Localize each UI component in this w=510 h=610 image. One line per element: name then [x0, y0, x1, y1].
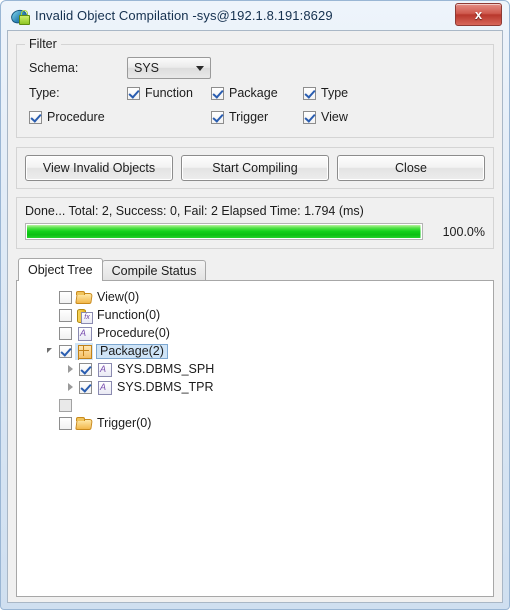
checkbox-box	[29, 110, 42, 124]
tree-row-checkbox[interactable]	[79, 380, 92, 394]
checkbox-box	[211, 110, 224, 124]
tree-row-checkbox[interactable]	[59, 398, 72, 412]
checkbox-view[interactable]: View	[303, 110, 348, 124]
object-tree-panel[interactable]: View(0) fx Function(0) Procedure(0) Package(…	[16, 280, 494, 597]
tab-compile-status[interactable]: Compile Status	[101, 260, 207, 281]
client-area: Filter Schema: SYS Type: Function Packag…	[7, 30, 503, 603]
folder-icon	[76, 416, 92, 431]
checkbox-label: View	[321, 110, 348, 124]
tree-row-checkbox[interactable]	[79, 362, 92, 376]
procedure-icon	[96, 380, 112, 395]
type-row-2: Procedure Trigger View	[29, 105, 483, 129]
folder-icon	[76, 290, 92, 305]
type-row-1: Type: Function Package Type	[29, 81, 483, 105]
checkbox-box	[303, 86, 316, 100]
tree-row[interactable]: fx Function(0)	[17, 306, 493, 324]
tree-row-label: Procedure(0)	[97, 326, 170, 340]
close-icon: x	[474, 7, 483, 22]
tree-row[interactable]: SYS.DBMS_SPH	[17, 360, 493, 378]
tree-row-label: Package(2)	[96, 343, 168, 359]
schema-select[interactable]: SYS	[127, 57, 211, 79]
checkbox-type[interactable]: Type	[303, 86, 348, 100]
progress-row: 100.0%	[25, 223, 485, 240]
checkbox-label: Trigger	[229, 110, 269, 124]
tree-row[interactable]: View(0)	[17, 288, 493, 306]
checkbox-label: Package	[229, 86, 278, 100]
status-text: Done... Total: 2, Success: 0, Fail: 2 El…	[25, 204, 364, 218]
expander-toggle-icon[interactable]	[45, 345, 57, 357]
expander-placeholder	[45, 291, 57, 303]
checkbox-box	[211, 86, 224, 100]
checkbox-trigger[interactable]: Trigger	[211, 110, 303, 124]
close-button[interactable]: Close	[337, 155, 485, 181]
tree-row-checkbox[interactable]	[59, 416, 72, 430]
filter-groupbox: Filter Schema: SYS Type: Function Packag…	[16, 37, 494, 138]
tree-row-label: View(0)	[97, 290, 140, 304]
database-lock-icon	[9, 7, 30, 25]
schema-selected-value: SYS	[134, 61, 160, 75]
procedure-icon	[96, 362, 112, 377]
filter-legend: Filter	[25, 37, 61, 51]
expander-toggle-icon[interactable]	[65, 381, 77, 393]
checkbox-procedure[interactable]: Procedure	[29, 110, 127, 124]
start-compiling-button[interactable]: Start Compiling	[181, 155, 329, 181]
type-label: Type:	[29, 86, 60, 100]
progress-panel: Done... Total: 2, Success: 0, Fail: 2 El…	[16, 197, 494, 249]
tree-row-label: Trigger(0)	[97, 416, 152, 430]
progress-bar	[25, 223, 423, 240]
view-invalid-objects-button[interactable]: View Invalid Objects	[25, 155, 173, 181]
tree-row-label: Function(0)	[97, 308, 161, 322]
checkbox-box	[303, 110, 316, 124]
tree-row[interactable]: Procedure(0)	[17, 324, 493, 342]
tree-row[interactable]: Trigger(0)	[17, 414, 493, 432]
expander-toggle-icon[interactable]	[65, 363, 77, 375]
schema-label: Schema:	[29, 61, 79, 75]
tree-row-label: SYS.DBMS_SPH	[117, 362, 215, 376]
tree-row-checkbox[interactable]	[59, 308, 72, 322]
checkbox-function[interactable]: Function	[127, 86, 211, 100]
tab-strip: Object Tree Compile Status	[16, 258, 494, 281]
tree-row-checkbox[interactable]	[59, 290, 72, 304]
tree-row[interactable]	[17, 396, 493, 414]
window-title: Invalid Object Compilation -sys@192.1.8.…	[35, 8, 333, 23]
progress-bar-fill	[27, 225, 421, 238]
progress-percent-label: 100.0%	[442, 224, 485, 239]
function-icon: fx	[76, 308, 93, 324]
expander-placeholder	[45, 327, 57, 339]
procedure-icon	[76, 326, 92, 341]
expander-placeholder	[45, 399, 57, 411]
title-bar: Invalid Object Compilation -sys@192.1.8.…	[7, 1, 503, 30]
checkbox-label: Function	[145, 86, 193, 100]
checkbox-label: Procedure	[47, 110, 105, 124]
checkbox-label: Type	[321, 86, 349, 100]
tree-row[interactable]: SYS.DBMS_TPR	[17, 378, 493, 396]
package-icon	[76, 343, 92, 359]
action-button-bar: View Invalid Objects Start Compiling Clo…	[16, 147, 494, 189]
expander-placeholder	[45, 309, 57, 321]
tree-row[interactable]: Package(2)	[17, 342, 493, 360]
checkbox-package[interactable]: Package	[211, 86, 303, 100]
schema-row: Schema: SYS	[29, 55, 483, 81]
chevron-down-icon	[196, 65, 204, 71]
tree-row-label: SYS.DBMS_TPR	[117, 380, 214, 394]
close-window-button[interactable]: x	[455, 3, 502, 26]
application-window: Invalid Object Compilation -sys@192.1.8.…	[0, 0, 510, 610]
expander-placeholder	[45, 417, 57, 429]
tree-row-checkbox[interactable]	[59, 344, 72, 358]
tree-row-checkbox[interactable]	[59, 326, 72, 340]
tab-object-tree[interactable]: Object Tree	[18, 258, 103, 281]
checkbox-box	[127, 86, 140, 100]
